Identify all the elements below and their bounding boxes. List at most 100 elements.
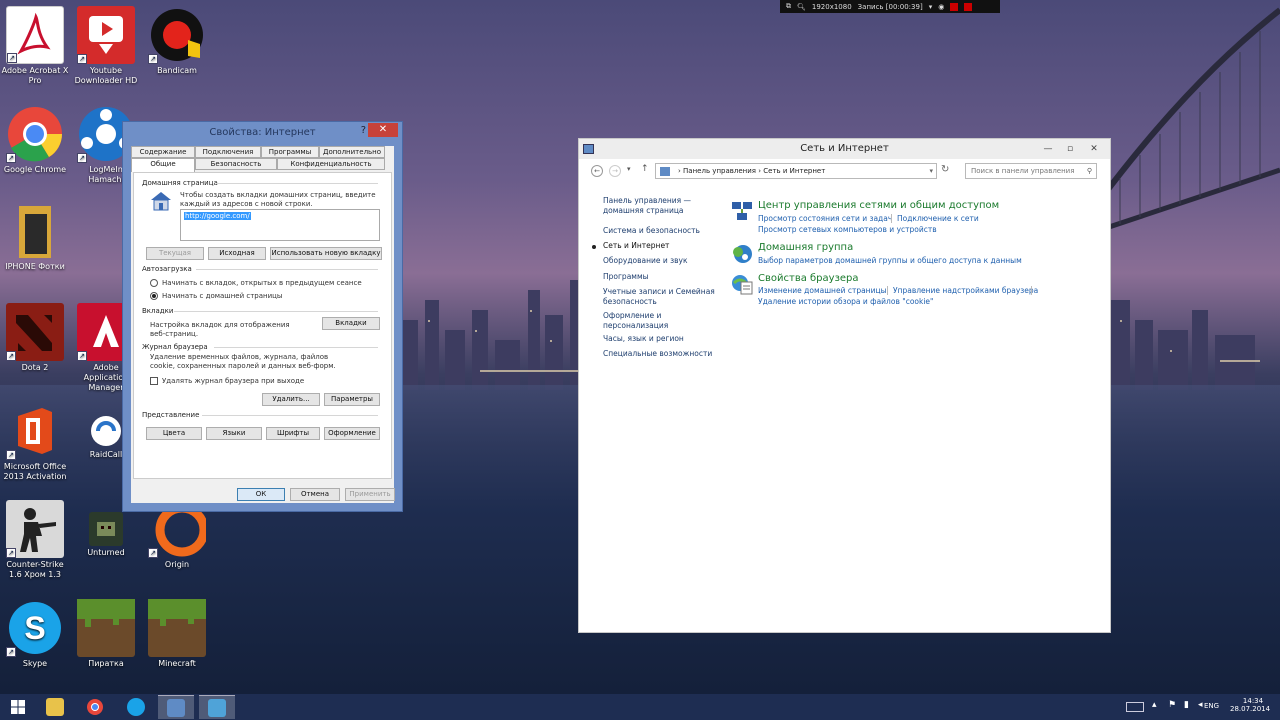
close-icon[interactable]: ✕ <box>368 123 398 137</box>
category-title-homegroup[interactable]: Домашняя группа <box>758 242 853 253</box>
address-bar[interactable]: › Панель управления › Сеть и Интернет ▾ <box>655 163 937 179</box>
breadcrumb-current[interactable]: Сеть и Интернет <box>763 167 825 175</box>
back-icon[interactable]: ← <box>591 165 603 177</box>
category-title-network-center[interactable]: Центр управления сетями и общим доступом <box>758 200 999 211</box>
sidebar-item-programs[interactable]: Программы <box>603 272 649 282</box>
desktop-icon-label: Youtube Downloader HD <box>74 66 138 85</box>
minimize-icon[interactable]: — <box>1038 139 1058 159</box>
category-title-browser-properties[interactable]: Свойства браузера <box>758 273 859 284</box>
recorder-dropdown-icon[interactable]: ▾ <box>929 3 933 11</box>
taskbar-skype[interactable] <box>118 695 154 719</box>
start-with-home-radio[interactable] <box>150 292 158 300</box>
desktop-icon-skype[interactable]: S ↗ Skype <box>0 599 70 669</box>
desktop-icon-adobe-acrobat[interactable]: ↗ Adobe Acrobat X Pro <box>0 6 70 86</box>
start-icon <box>11 700 25 714</box>
help-icon[interactable]: ? <box>361 125 366 136</box>
keyboard-icon[interactable] <box>1126 702 1144 712</box>
maximize-icon[interactable]: ▫ <box>1060 139 1080 159</box>
breadcrumb-root[interactable]: Панель управления <box>683 167 756 175</box>
desktop-icon-chrome[interactable]: ↗ Google Chrome <box>0 105 70 175</box>
link-change-home-page[interactable]: Изменение домашней страницы <box>758 286 887 295</box>
use-default-button[interactable]: Исходная <box>208 247 266 260</box>
taskbar-internet-options[interactable] <box>199 695 235 719</box>
apply-button[interactable]: Применить <box>345 488 395 501</box>
sidebar-item-appearance-cont[interactable]: персонализация <box>603 321 668 331</box>
fonts-button[interactable]: Шрифты <box>266 427 320 440</box>
recorder-window-icon[interactable]: ⧉ <box>786 2 791 11</box>
sidebar-item-hardware[interactable]: Оборудование и звук <box>603 256 688 266</box>
desktop-icon-bandicam[interactable]: ↗ Bandicam <box>142 6 212 76</box>
delete-history-button[interactable]: Удалить... <box>262 393 320 406</box>
taskbar-explorer[interactable] <box>37 695 73 719</box>
languages-button[interactable]: Языки <box>206 427 262 440</box>
recorder-pause-icon[interactable] <box>950 2 959 11</box>
link-connect-to-network[interactable]: Подключение к сети <box>897 214 979 223</box>
recorder-camera-icon[interactable]: ◉ <box>938 3 944 11</box>
tab-privacy[interactable]: Конфиденциальность <box>277 158 385 170</box>
link-view-network-status[interactable]: Просмотр состояния сети и задач <box>758 214 892 223</box>
tab-content[interactable]: Содержание <box>131 146 195 158</box>
colors-button[interactable]: Цвета <box>146 427 202 440</box>
desktop-icon-iphone-folder[interactable]: IPHONE Фотки <box>0 202 70 272</box>
control-panel-icon <box>583 144 594 154</box>
up-icon[interactable]: ↑ <box>641 164 649 174</box>
start-with-previous-tabs-radio[interactable] <box>150 279 158 287</box>
ok-button[interactable]: ОК <box>237 488 285 501</box>
taskbar-chrome[interactable] <box>77 695 113 719</box>
cancel-button[interactable]: Отмена <box>290 488 340 501</box>
volume-icon[interactable]: ◂ <box>1198 700 1203 710</box>
start-button[interactable] <box>0 695 36 719</box>
network-icon[interactable]: ▮ <box>1184 700 1189 710</box>
tab-advanced[interactable]: Дополнительно <box>319 146 385 158</box>
sidebar-item-home-cont[interactable]: домашняя страница <box>603 206 684 216</box>
clock[interactable]: 14:34 28.07.2014 <box>1230 697 1270 713</box>
tab-security[interactable]: Безопасность <box>195 158 277 170</box>
link-homegroup-settings[interactable]: Выбор параметров домашней группы и общег… <box>758 256 1022 265</box>
tab-connections[interactable]: Подключения <box>195 146 261 158</box>
sidebar-item-accessibility[interactable]: Специальные возможности <box>603 349 712 359</box>
taskbar-control-panel[interactable] <box>158 695 194 719</box>
desktop-icon-youtube-downloader[interactable]: ↗ Youtube Downloader HD <box>71 6 141 86</box>
flag-icon[interactable]: ⚑ <box>1168 700 1176 710</box>
accessibility-button[interactable]: Оформление <box>324 427 380 440</box>
address-dropdown-icon[interactable]: ▾ <box>929 164 933 178</box>
sidebar-item-network[interactable]: Сеть и Интернет <box>603 241 669 251</box>
window-titlebar[interactable]: Сеть и Интернет — ▫ ✕ <box>579 139 1110 159</box>
dialog-titlebar[interactable]: Свойства: Интернет ? ✕ <box>123 122 402 142</box>
minecraft-icon <box>148 599 206 657</box>
tab-programs[interactable]: Программы <box>261 146 319 158</box>
recent-locations-icon[interactable]: ▾ <box>627 165 631 173</box>
shortcut-arrow-icon: ↗ <box>6 450 16 460</box>
home-page-url-field[interactable]: http://google.com/ <box>180 209 380 241</box>
sidebar-item-accounts-cont[interactable]: безопасность <box>603 297 657 307</box>
desktop-icon-counter-strike[interactable]: ↗ Counter-Strike 1.6 Хром 1.3 <box>0 500 70 580</box>
desktop-icon-minecraft[interactable]: Minecraft <box>142 599 212 669</box>
desktop-icon-label: Bandicam <box>157 66 197 75</box>
delete-history-on-exit-checkbox[interactable] <box>150 377 158 385</box>
tabs-settings-button[interactable]: Вкладки <box>322 317 380 330</box>
recorder-search-icon[interactable]: 🔍︎ <box>797 3 806 11</box>
history-settings-button[interactable]: Параметры <box>324 393 380 406</box>
sidebar-item-clock[interactable]: Часы, язык и регион <box>603 334 684 344</box>
forward-icon[interactable]: → <box>609 165 621 177</box>
use-new-tab-button[interactable]: Использовать новую вкладку <box>270 247 382 260</box>
desktop-icon-office-activation[interactable]: ↗ Microsoft Office 2013 Activation <box>0 402 70 482</box>
language-indicator[interactable]: ENG <box>1204 702 1219 710</box>
refresh-icon[interactable]: ↻ <box>941 164 949 175</box>
tray-expand-icon[interactable]: ▴ <box>1152 700 1157 710</box>
sidebar-item-system[interactable]: Система и безопасность <box>603 226 700 236</box>
sidebar-item-home[interactable]: Панель управления — <box>603 196 691 206</box>
link-manage-addons[interactable]: Управление надстройками браузера <box>893 286 1038 295</box>
search-icon[interactable]: ⚲ <box>1087 164 1092 178</box>
desktop-icon-dota2[interactable]: ↗ Dota 2 <box>0 303 70 373</box>
sidebar-item-accounts[interactable]: Учетные записи и Семейная <box>603 287 715 297</box>
search-input[interactable]: Поиск в панели управления ⚲ <box>965 163 1097 179</box>
tab-general[interactable]: Общие <box>131 158 195 172</box>
recorder-stop-icon[interactable] <box>964 2 973 11</box>
desktop-icon-pirate-minecraft[interactable]: Пиратка <box>71 599 141 669</box>
use-current-button[interactable]: Текущая <box>146 247 204 260</box>
close-icon[interactable]: ✕ <box>1084 139 1104 159</box>
link-delete-browsing-history[interactable]: Удаление истории обзора и файлов "cookie… <box>758 297 934 306</box>
sidebar-item-appearance[interactable]: Оформление и <box>603 311 661 321</box>
link-view-network-computers[interactable]: Просмотр сетевых компьютеров и устройств <box>758 225 937 234</box>
